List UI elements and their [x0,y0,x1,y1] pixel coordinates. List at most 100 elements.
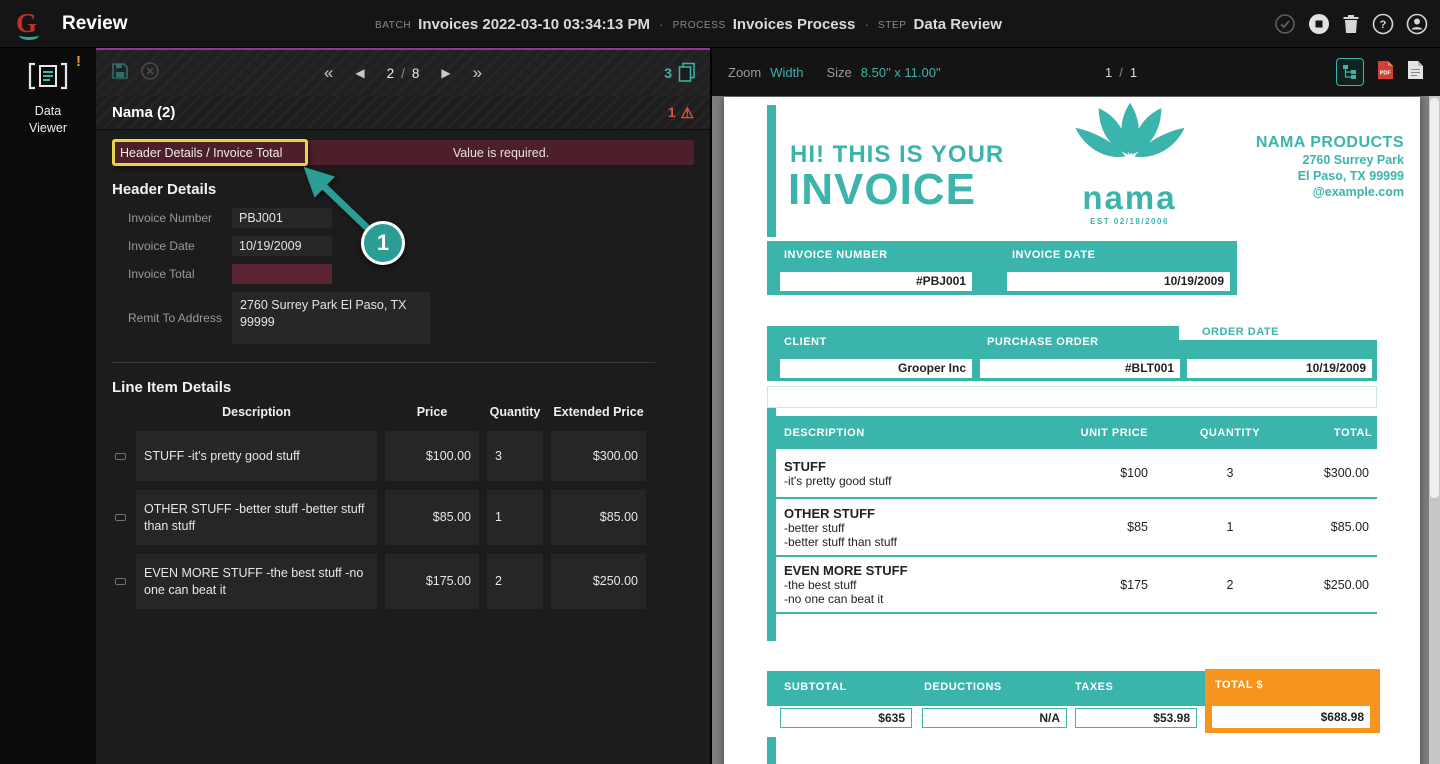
size-label: Size [826,64,852,80]
invoice-accent-bar [767,737,776,764]
viewer-scrollbar[interactable] [1429,96,1440,764]
last-page-button[interactable]: » [473,64,482,81]
document-count-value: 3 [664,65,672,81]
item-detail: -it's pretty good stuff [784,473,892,488]
batch-label: BATCH [375,19,412,31]
sidebar-item-data-viewer[interactable]: ! Data Viewer [0,48,96,147]
stop-icon[interactable] [1308,13,1330,35]
breadcrumb: BATCH Invoices 2022-03-10 03:34:13 PM · … [375,0,1002,48]
line-item-details-title: Line Item Details [112,379,232,396]
line-item-row: OTHER STUFF -better stuff -better stuff … [112,490,694,545]
zoom-mode-select[interactable]: Width [770,65,803,80]
description-cell[interactable]: STUFF -it's pretty good stuff [136,431,377,481]
next-page-button[interactable]: ▶ [441,66,450,80]
doc-column-total: TOTAL [1333,426,1373,439]
document-page[interactable]: HI! THIS IS YOUR INVOICE nama EST 02/18/… [724,97,1420,764]
price-cell[interactable]: $85.00 [385,490,479,545]
order-date-value: 10/19/2009 [1187,359,1372,378]
quantity-cell[interactable]: 2 [487,554,543,609]
nama-logo-est: EST 02/18/2006 [1090,217,1169,226]
nama-logo-text: nama [1082,179,1177,216]
grooper-logo: G [16,7,46,41]
topbar: G Review BATCH Invoices 2022-03-10 03:34… [0,0,1440,48]
batch-value: Invoices 2022-03-10 03:34:13 PM [418,15,650,33]
viewer-page-separator: / [1119,64,1123,80]
item-detail: -the best stuff [784,578,857,592]
invoice-title: INVOICE [788,165,976,214]
doc-column-quantity: QUANTITY [1199,426,1261,439]
invoice-line-item: EVEN MORE STUFF -the best stuff -no one … [767,557,1377,614]
description-cell[interactable]: EVEN MORE STUFF -the best stuff -no one … [136,554,377,609]
step-value: Data Review [913,15,1002,33]
svg-text:PDF: PDF [1380,70,1392,76]
data-panel-toolbar: « ◀ 2 / 8 ▶ » 3 [96,50,710,96]
save-icon[interactable] [110,61,130,86]
annotation-step-number: 1 [376,230,390,255]
column-extended-price: Extended Price [553,405,644,419]
order-date-label: ORDER DATE [1202,326,1279,338]
quantity-cell[interactable]: 1 [487,490,543,545]
first-page-button[interactable]: « [324,64,333,81]
extended-price-cell[interactable]: $85.00 [551,490,646,545]
invoice-line-item: STUFF -it's pretty good stuff $100 3 $30… [767,449,1377,499]
svg-text:?: ? [1380,19,1387,31]
remit-to-address-label: Remit To Address [128,311,222,325]
drag-handle-icon[interactable] [112,490,128,545]
line-item-row: EVEN MORE STUFF -the best stuff -no one … [112,554,694,609]
user-icon[interactable] [1406,13,1428,35]
extended-price-cell[interactable]: $250.00 [551,554,646,609]
invoice-number-label: INVOICE NUMBER [784,249,888,261]
delete-trash-icon[interactable] [1342,14,1360,34]
process-value: Invoices Process [732,15,856,33]
remit-to-address-input[interactable]: 2760 Surrey Park El Paso, TX 99999 [232,292,430,344]
price-cell[interactable]: $175.00 [385,554,479,609]
client-value: Grooper Inc [780,359,972,378]
page-separator: / [401,65,405,81]
field-invoice-date: Invoice Date 10/19/2009 [128,236,694,256]
doc-column-description: DESCRIPTION [784,426,865,439]
previous-page-button[interactable]: ◀ [355,66,364,80]
line-items-header: Description Price Quantity Extended Pric… [112,404,694,422]
drag-handle-icon[interactable] [112,554,128,609]
client-band: CLIENT PURCHASE ORDER ORDER DATE Grooper… [767,326,1377,381]
item-unit-price: $100 [1120,466,1148,480]
cancel-icon[interactable] [140,61,160,86]
price-cell[interactable]: $100.00 [385,431,479,481]
item-quantity: 1 [1226,520,1234,534]
item-title: OTHER STUFF [784,505,875,521]
item-description: EVEN MORE STUFF -the best stuff -no one … [784,563,1024,606]
extended-price-cell[interactable]: $300.00 [551,431,646,481]
invoice-total-input[interactable] [232,264,332,284]
document-group-header[interactable]: Nama (2) 1 ⚠ [96,96,710,130]
error-count-badge: 1 ⚠ [668,104,694,122]
invoice-line-item: OTHER STUFF -better stuff -better stuff … [767,499,1377,557]
pdf-export-icon[interactable]: PDF [1377,60,1394,85]
document-group-title: Nama (2) [112,104,176,121]
description-cell[interactable]: OTHER STUFF -better stuff -better stuff … [136,490,377,545]
viewer-total-pages: 1 [1129,64,1138,80]
tree-view-toggle-button[interactable] [1336,58,1364,86]
invoice-date-label: Invoice Date [128,239,195,253]
approve-check-icon[interactable] [1274,13,1296,35]
taxes-value: $53.98 [1075,708,1197,728]
quantity-cell[interactable]: 3 [487,431,543,481]
viewer-scrollbar-thumb[interactable] [1430,98,1439,498]
text-view-icon[interactable] [1407,60,1424,85]
annotation-step-badge: 1 [361,221,405,265]
item-quantity: 3 [1226,466,1234,480]
current-page: 2 [386,65,395,81]
grand-total-label: TOTAL $ [1215,679,1264,691]
sidebar: ! Data Viewer [0,48,96,764]
process-label: PROCESS [672,19,726,31]
help-icon[interactable]: ? [1372,13,1394,35]
subtotal-value: $635 [780,708,912,728]
header-details-fields: Invoice Number PBJ001 Invoice Date 10/19… [128,208,694,344]
viewer-actions: PDF [1336,58,1424,86]
invoice-number-value: #PBJ001 [780,272,972,291]
size-value[interactable]: 8.50" x 11.00" [861,65,941,80]
drag-handle-icon[interactable] [112,431,128,481]
viewer-toolbar: Zoom Width Size 8.50" x 11.00" 1 / 1 PDF [712,48,1440,96]
line-items-rows: STUFF -it's pretty good stuff $100.00 3 … [112,431,694,609]
purchase-order-label: PURCHASE ORDER [987,336,1099,348]
item-title: STUFF [784,458,826,474]
